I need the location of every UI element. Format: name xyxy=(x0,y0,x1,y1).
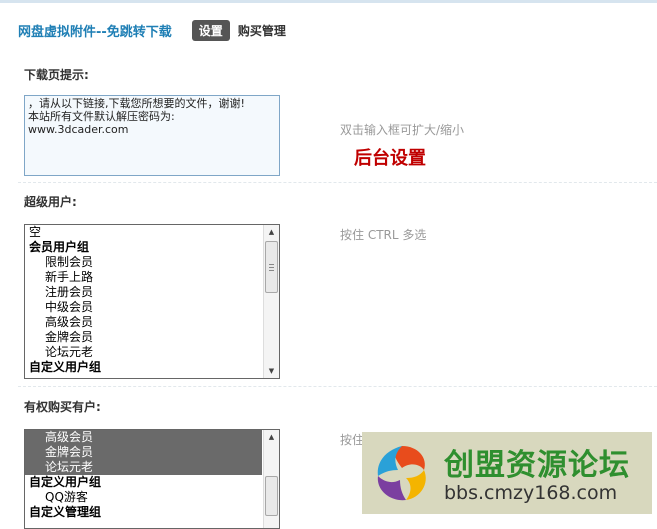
super-users-scrollbar[interactable]: ▲ ▼ xyxy=(263,225,279,378)
option-group-custom-user[interactable]: 自定义用户组 xyxy=(25,360,262,375)
section-divider xyxy=(18,182,657,183)
option-senior-member[interactable]: 高级会员 xyxy=(25,430,262,445)
scroll-up-arrow-icon[interactable]: ▲ xyxy=(264,225,279,239)
option-empty[interactable]: 空 xyxy=(25,225,262,240)
download-tip-hint: 双击输入框可扩大/缩小 xyxy=(340,123,465,137)
section-divider xyxy=(18,386,657,387)
buyers-hint: 按住 xyxy=(340,433,365,447)
top-border xyxy=(0,0,657,3)
option-gold-member[interactable]: 金牌会员 xyxy=(25,445,262,460)
scroll-thumb[interactable] xyxy=(265,476,278,516)
option-forum-veteran[interactable]: 论坛元老 xyxy=(25,460,262,475)
forum-logo-icon xyxy=(377,446,426,501)
buyers-label: 有权购买有户: xyxy=(24,400,101,414)
download-tip-textarea[interactable]: ，请从以下链接,下载您所想要的文件，谢谢! 本站所有文件默认解压密码为: www… xyxy=(24,95,280,176)
tab-purchase-management[interactable]: 购买管理 xyxy=(238,22,286,39)
buyers-scrollbar[interactable]: ▲ xyxy=(263,430,279,528)
scroll-thumb[interactable] xyxy=(265,241,278,293)
plugin-title: 网盘虚拟附件--免跳转下载 xyxy=(18,24,172,40)
option-intermediate-member[interactable]: 中级会员 xyxy=(25,300,262,315)
option-forum-veteran[interactable]: 论坛元老 xyxy=(25,345,262,360)
plugin-header: 网盘虚拟附件--免跳转下载 设置 购买管理 xyxy=(18,18,286,42)
super-users-hint: 按住 CTRL 多选 xyxy=(340,228,427,242)
watermark-url: bbs.cmzy168.com xyxy=(444,482,618,504)
option-group-member[interactable]: 会员用户组 xyxy=(25,240,262,255)
option-newbie[interactable]: 新手上路 xyxy=(25,270,262,285)
scroll-down-arrow-icon[interactable]: ▼ xyxy=(264,364,279,378)
scroll-up-arrow-icon[interactable]: ▲ xyxy=(264,430,279,444)
buyers-options: 高级会员 金牌会员 论坛元老 自定义用户组 QQ游客 自定义管理组 xyxy=(25,430,262,528)
buyers-select[interactable]: 高级会员 金牌会员 论坛元老 自定义用户组 QQ游客 自定义管理组 ▲ xyxy=(24,429,280,529)
option-registered-member[interactable]: 注册会员 xyxy=(25,285,262,300)
super-users-options: 空 会员用户组 限制会员 新手上路 注册会员 中级会员 高级会员 金牌会员 论坛… xyxy=(25,225,262,378)
download-tip-label: 下载页提示: xyxy=(24,68,89,82)
backend-settings-annotation: 后台设置 xyxy=(354,148,426,169)
option-senior-member[interactable]: 高级会员 xyxy=(25,315,262,330)
watermark-title: 创盟资源论坛 xyxy=(444,448,630,483)
super-users-select[interactable]: 空 会员用户组 限制会员 新手上路 注册会员 中级会员 高级会员 金牌会员 论坛… xyxy=(24,224,280,379)
option-group-custom-admin[interactable]: 自定义管理组 xyxy=(25,505,262,520)
option-qq-guest[interactable]: QQ游客 xyxy=(25,490,262,505)
super-users-label: 超级用户: xyxy=(24,195,77,209)
option-group-custom-user[interactable]: 自定义用户组 xyxy=(25,475,262,490)
forum-watermark: 创盟资源论坛 bbs.cmzy168.com xyxy=(362,432,652,514)
tab-settings[interactable]: 设置 xyxy=(191,19,230,41)
option-gold-member[interactable]: 金牌会员 xyxy=(25,330,262,345)
option-restricted-member[interactable]: 限制会员 xyxy=(25,255,262,270)
